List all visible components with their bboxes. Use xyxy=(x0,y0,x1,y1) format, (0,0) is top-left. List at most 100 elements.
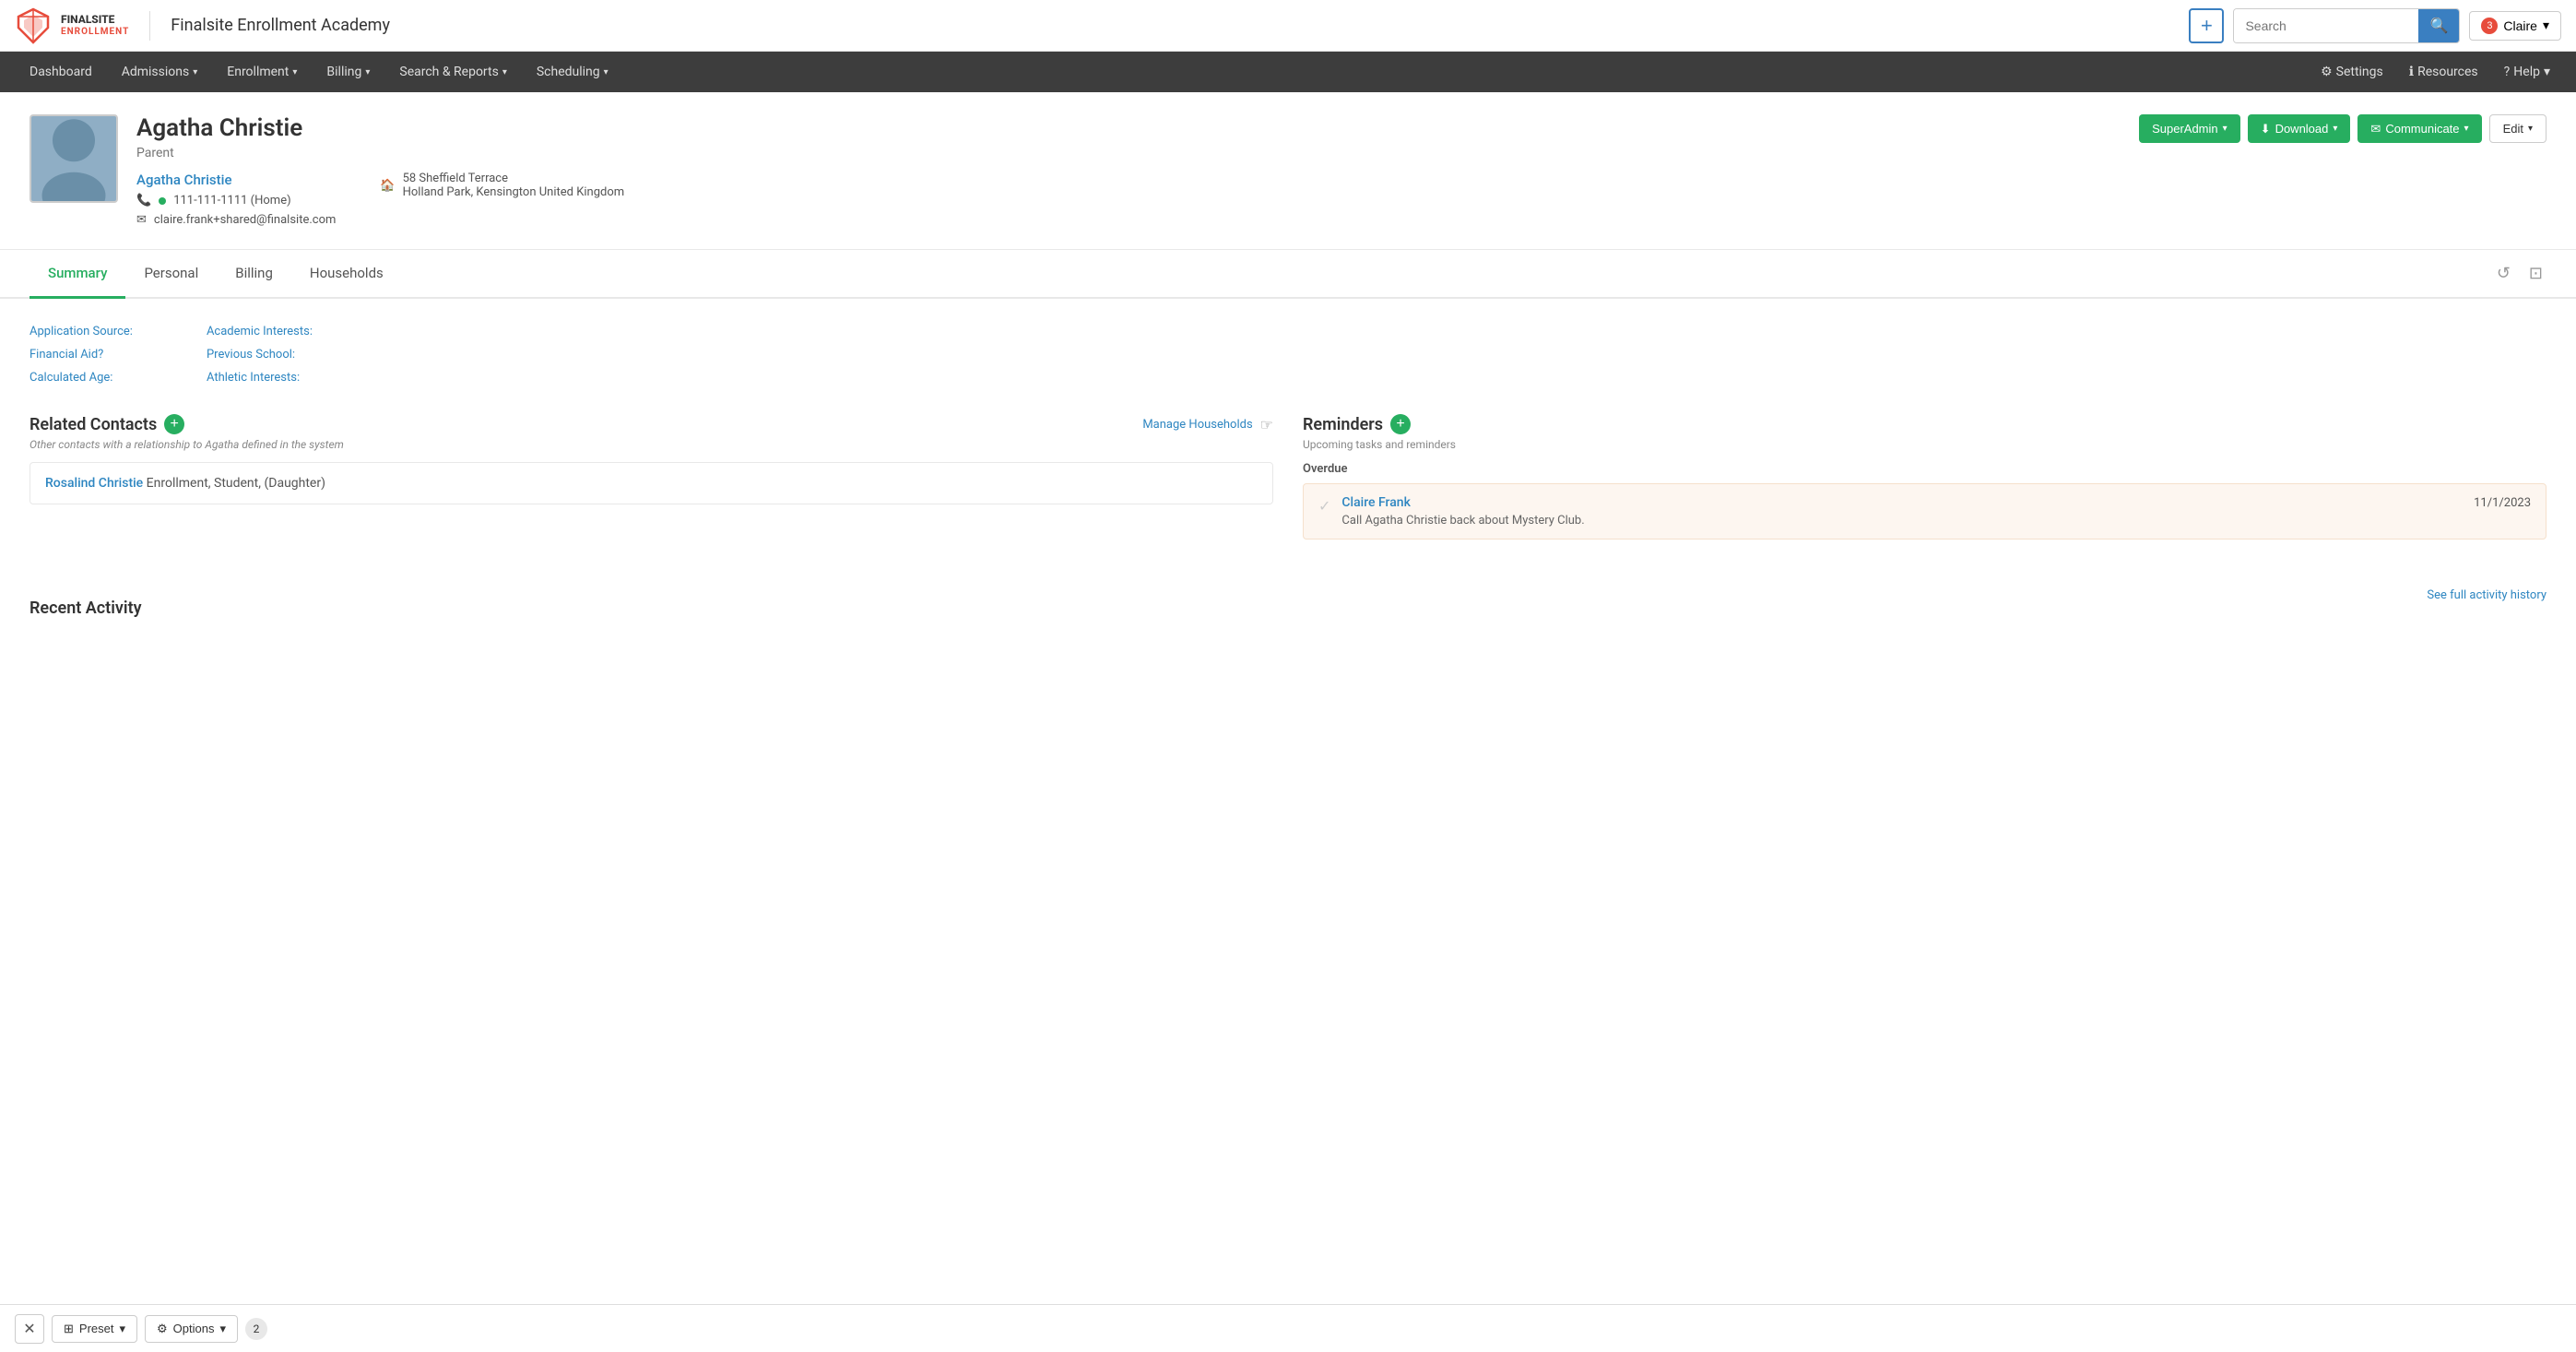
profile-header: Agatha Christie Parent Agatha Christie 📞… xyxy=(0,92,2576,250)
super-admin-chevron-icon: ▾ xyxy=(2223,124,2227,134)
nav-item-scheduling[interactable]: Scheduling ▾ xyxy=(522,52,623,92)
preset-chevron-icon: ▾ xyxy=(119,1322,125,1336)
overdue-label: Overdue xyxy=(1303,462,2546,476)
rosalind-christie-link[interactable]: Rosalind Christie xyxy=(45,476,143,491)
tab-billing[interactable]: Billing xyxy=(217,250,291,299)
profile-info: Agatha Christie Parent Agatha Christie 📞… xyxy=(136,114,2121,227)
contact-col-right: 🏠 58 Sheffield Terrace Holland Park, Ken… xyxy=(380,172,624,227)
notification-badge: 3 xyxy=(2481,18,2498,34)
bottom-bar: ✕ ⊞ Preset ▾ ⚙ Options ▾ 2 xyxy=(0,1304,2576,1352)
nav-item-search-reports[interactable]: Search & Reports ▾ xyxy=(384,52,521,92)
athletic-interests-label[interactable]: Athletic Interests: xyxy=(207,371,313,385)
application-source-label[interactable]: Application Source: xyxy=(30,325,133,338)
history-icon[interactable]: ↺ xyxy=(2493,260,2514,287)
contact-name-link[interactable]: Agatha Christie xyxy=(136,172,336,188)
admissions-chevron-icon: ▾ xyxy=(193,67,197,77)
communicate-button[interactable]: ✉ Communicate ▾ xyxy=(2357,114,2481,143)
add-button[interactable]: + xyxy=(2189,8,2224,43)
user-menu-button[interactable]: 3 Claire ▾ xyxy=(2469,11,2561,41)
communicate-chevron-icon: ▾ xyxy=(2464,124,2469,134)
super-admin-button[interactable]: SuperAdmin ▾ xyxy=(2139,114,2240,143)
related-contacts-title: Related Contacts xyxy=(30,415,157,434)
reminder-text: Call Agatha Christie back about Mystery … xyxy=(1341,514,2531,528)
finalsite-logo xyxy=(15,7,52,44)
tabs-bar: Summary Personal Billing Households ↺ ⊡ xyxy=(0,250,2576,299)
nav-item-billing[interactable]: Billing ▾ xyxy=(312,52,384,92)
address-icon: 🏠 xyxy=(380,179,395,193)
edit-button[interactable]: Edit ▾ xyxy=(2489,114,2546,143)
help-nav-item[interactable]: ? Help ▾ xyxy=(2493,52,2561,92)
enrollment-chevron-icon: ▾ xyxy=(292,67,297,77)
tab-households[interactable]: Households xyxy=(291,250,402,299)
financial-aid-label[interactable]: Financial Aid? xyxy=(30,348,133,362)
count-badge: 2 xyxy=(245,1318,267,1340)
phone-icon: 📞 xyxy=(136,194,151,208)
tabs-right-icons: ↺ ⊡ xyxy=(2493,260,2546,287)
help-icon: ? xyxy=(2504,65,2511,79)
calculated-age-label[interactable]: Calculated Age: xyxy=(30,371,133,385)
contact-email: claire.frank+shared@finalsite.com xyxy=(154,213,337,227)
options-button[interactable]: ⚙ Options ▾ xyxy=(145,1315,238,1343)
resources-icon: ℹ xyxy=(2409,65,2414,79)
avatar-silhouette xyxy=(31,114,116,203)
main-nav: Dashboard Admissions ▾ Enrollment ▾ Bill… xyxy=(0,52,2576,92)
manage-households-link[interactable]: Manage Households xyxy=(1142,418,1252,432)
info-col-right: Academic Interests: Previous School: Ath… xyxy=(207,325,313,385)
tab-personal[interactable]: Personal xyxy=(125,250,217,299)
profile-name: Agatha Christie xyxy=(136,114,2121,142)
scheduling-chevron-icon: ▾ xyxy=(604,67,609,77)
avatar xyxy=(30,114,118,203)
contact-phone-row: 📞 111-111-1111 (Home) xyxy=(136,194,336,208)
add-related-contact-button[interactable]: + xyxy=(164,414,184,434)
search-submit-button[interactable]: 🔍 xyxy=(2418,9,2459,42)
search-input[interactable] xyxy=(2234,9,2418,42)
billing-chevron-icon: ▾ xyxy=(365,67,370,77)
user-chevron-icon: ▾ xyxy=(2543,18,2549,33)
options-gear-icon: ⚙ xyxy=(157,1322,168,1336)
nav-item-enrollment[interactable]: Enrollment ▾ xyxy=(212,52,312,92)
resources-nav-item[interactable]: ℹ Resources xyxy=(2398,52,2489,92)
tab-summary[interactable]: Summary xyxy=(30,250,125,299)
profile-actions: SuperAdmin ▾ ⬇ Download ▾ ✉ Communicate … xyxy=(2139,114,2546,143)
reminder-check-icon[interactable]: ✓ xyxy=(1318,497,1330,515)
contact-address: 58 Sheffield Terrace Holland Park, Kensi… xyxy=(403,172,625,199)
contact-phone: 111-111-1111 (Home) xyxy=(173,194,290,208)
nav-item-admissions[interactable]: Admissions ▾ xyxy=(107,52,213,92)
reminder-row-top: Claire Frank 11/1/2023 xyxy=(1341,495,2531,510)
reminders-subtitle: Upcoming tasks and reminders xyxy=(1303,438,2546,451)
section-row: Related Contacts + Manage Households ☞ O… xyxy=(30,414,2546,540)
settings-icon: ⚙ xyxy=(2321,65,2333,79)
download-chevron-icon: ▾ xyxy=(2333,124,2337,134)
reminders-title: Reminders xyxy=(1303,415,1383,434)
recent-activity-header: Recent Activity See full activity histor… xyxy=(30,569,2546,622)
recent-activity-title: Recent Activity xyxy=(30,599,142,618)
edit-chevron-icon: ▾ xyxy=(2528,124,2533,134)
notification-wrap: 3 Claire ▾ xyxy=(2469,11,2561,41)
profile-contact-info: Agatha Christie 📞 111-111-1111 (Home) ✉ … xyxy=(136,172,2121,227)
previous-school-label[interactable]: Previous School: xyxy=(207,348,313,362)
list-item: Rosalind Christie Enrollment, Student, (… xyxy=(30,462,1273,504)
close-icon: ✕ xyxy=(23,1320,35,1338)
profile-actions-top: SuperAdmin ▾ ⬇ Download ▾ ✉ Communicate … xyxy=(2139,114,2546,143)
nav-item-dashboard[interactable]: Dashboard xyxy=(15,52,107,92)
add-reminder-button[interactable]: + xyxy=(1390,414,1411,434)
related-contacts-section: Related Contacts + Manage Households ☞ O… xyxy=(30,414,1273,540)
settings-nav-item[interactable]: ⚙ Settings xyxy=(2310,52,2394,92)
academic-interests-label[interactable]: Academic Interests: xyxy=(207,325,313,338)
download-icon: ⬇ xyxy=(2261,122,2271,136)
user-name-label: Claire xyxy=(2503,18,2537,33)
see-full-activity-link[interactable]: See full activity history xyxy=(2427,588,2546,602)
contact-email-row: ✉ claire.frank+shared@finalsite.com xyxy=(136,213,336,227)
display-icon[interactable]: ⊡ xyxy=(2525,260,2546,287)
reminder-assignee-link[interactable]: Claire Frank xyxy=(1341,495,1411,510)
logo-text: FINALSITE ENROLLMENT xyxy=(61,14,129,36)
bottom-close-button[interactable]: ✕ xyxy=(15,1314,44,1344)
preset-button[interactable]: ⊞ Preset ▾ xyxy=(52,1315,137,1343)
info-col-left: Application Source: Financial Aid? Calcu… xyxy=(30,325,133,385)
search-bar: 🔍 xyxy=(2233,8,2460,43)
top-bar-right: + 🔍 3 Claire ▾ xyxy=(2189,8,2561,43)
reminder-date: 11/1/2023 xyxy=(2474,496,2531,510)
phone-active-dot xyxy=(159,197,166,205)
cursor-icon: ☞ xyxy=(1260,416,1273,433)
download-button[interactable]: ⬇ Download ▾ xyxy=(2248,114,2351,143)
